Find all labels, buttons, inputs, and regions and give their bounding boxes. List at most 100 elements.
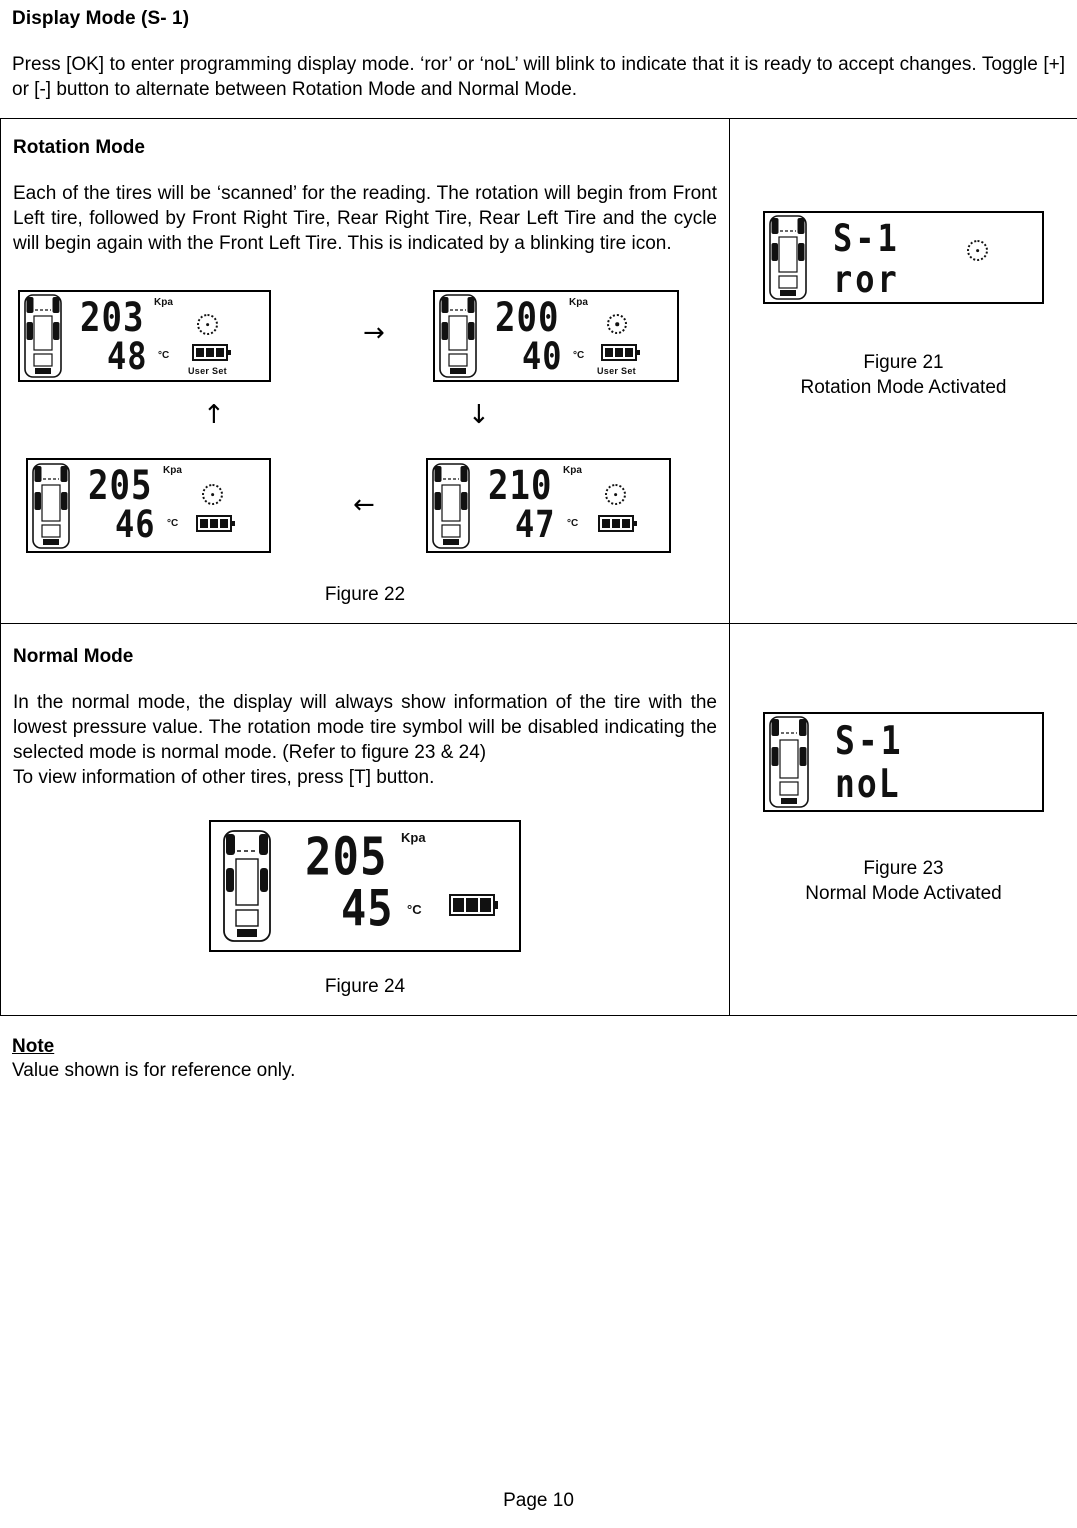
figure-23-caption: Figure 23 Normal Mode Activated xyxy=(742,856,1065,906)
tire-rotation-icon xyxy=(967,240,988,261)
user-set-label: User Set xyxy=(188,366,227,376)
figure-24-caption: Figure 24 xyxy=(324,976,406,997)
lcd-readout: 205 Kpa 46 °C xyxy=(70,460,269,551)
lcd-readout: S-1 ror xyxy=(807,213,1042,302)
figure-21-caption-line1: Figure 21 xyxy=(863,352,944,373)
page-title: Display Mode (S- 1) xyxy=(12,8,190,29)
figure-21-line2: ror xyxy=(833,256,900,302)
tire-rotation-icon xyxy=(197,314,218,335)
battery-bar xyxy=(196,348,204,357)
figure-23-caption-line1: Figure 23 xyxy=(863,858,944,879)
rotation-mode-title: Rotation Mode xyxy=(13,137,145,158)
arrow-right-icon: → xyxy=(363,318,385,348)
battery-bar xyxy=(615,348,623,357)
normal-mode-title: Normal Mode xyxy=(13,646,134,667)
table-row-normal-mode: Normal Mode In the normal mode, the disp… xyxy=(0,623,1077,1016)
temperature-value: 47 xyxy=(515,501,556,547)
temperature-unit: °C xyxy=(167,518,179,529)
lcd-display-rear-left: 205 Kpa 46 °C xyxy=(26,458,271,553)
car-top-view-icon xyxy=(432,462,470,549)
content-table: Rotation Mode Each of the tires will be … xyxy=(0,118,1077,1016)
figure-23-line1: S-1 xyxy=(835,717,904,764)
car-top-view-icon xyxy=(769,716,809,808)
car-icon-wrap xyxy=(428,460,470,551)
arrow-up-icon: ↑ xyxy=(203,400,225,430)
temperature-value: 46 xyxy=(115,501,156,547)
battery-icon xyxy=(196,515,235,532)
battery-bar xyxy=(605,348,613,357)
figure-21-line1: S-1 xyxy=(833,215,900,261)
battery-icon xyxy=(449,894,498,916)
pressure-value: 203 xyxy=(80,294,145,342)
normal-mode-body-1: In the normal mode, the display will alw… xyxy=(13,692,717,763)
note-text: Value shown is for reference only. xyxy=(12,1060,296,1081)
car-icon-wrap xyxy=(765,213,807,302)
figure-21-caption: Figure 21 Rotation Mode Activated xyxy=(742,350,1065,400)
note-block: Note Value shown is for reference only. xyxy=(0,1016,1077,1083)
pressure-value: 205 xyxy=(305,827,388,888)
pressure-unit: Kpa xyxy=(569,297,588,308)
figure-21-cell: S-1 ror Figure 21 Rotation Mode Activate… xyxy=(729,118,1077,624)
figure-23-caption-line2: Normal Mode Activated xyxy=(805,883,1002,904)
note-title: Note xyxy=(12,1036,55,1057)
battery-bar xyxy=(625,348,633,357)
car-top-view-icon xyxy=(769,215,807,300)
lcd-readout: 205 Kpa 45 °C xyxy=(271,822,519,950)
car-top-view-icon xyxy=(24,294,62,378)
battery-bar xyxy=(612,519,620,528)
battery-bar xyxy=(622,519,630,528)
figure-21-caption-line2: Rotation Mode Activated xyxy=(800,377,1007,398)
temperature-unit: °C xyxy=(407,902,422,917)
battery-icon xyxy=(598,515,637,532)
user-set-label: User Set xyxy=(597,366,636,376)
battery-bar xyxy=(206,348,214,357)
temperature-unit: °C xyxy=(573,350,585,361)
temperature-value: 48 xyxy=(107,333,148,379)
car-icon-wrap xyxy=(28,460,70,551)
lcd-display-normal-mode: 205 Kpa 45 °C xyxy=(209,820,521,952)
lcd-readout: S-1 noL xyxy=(809,714,1042,810)
rotation-mode-cell: Rotation Mode Each of the tires will be … xyxy=(0,118,730,624)
temperature-value: 45 xyxy=(341,879,394,938)
battery-bar xyxy=(200,519,208,528)
battery-bar xyxy=(210,519,218,528)
arrow-down-icon: ↓ xyxy=(468,400,490,430)
lcd-display-figure-23: S-1 noL xyxy=(763,712,1044,812)
temperature-unit: °C xyxy=(567,518,579,529)
tire-rotation-icon xyxy=(605,484,626,505)
pressure-unit: Kpa xyxy=(401,830,426,845)
document-page: Display Mode (S- 1) Press [OK] to enter … xyxy=(0,0,1077,1528)
car-top-view-icon xyxy=(439,294,477,378)
pressure-value: 205 xyxy=(88,462,153,510)
battery-bar xyxy=(479,898,491,912)
temperature-value: 40 xyxy=(522,333,563,379)
car-icon-wrap xyxy=(211,822,271,950)
arrow-left-icon: ← xyxy=(353,490,375,520)
lcd-readout: 210 Kpa 47 °C xyxy=(470,460,669,551)
figure-24-diagram: 205 Kpa 45 °C xyxy=(13,820,717,952)
battery-bar xyxy=(466,898,478,912)
battery-bar xyxy=(220,519,228,528)
figure-22-caption: Figure 22 xyxy=(324,584,406,605)
rotation-mode-body: Each of the tires will be ‘scanned’ for … xyxy=(13,183,717,254)
lcd-display-rear-right: 210 Kpa 47 °C xyxy=(426,458,671,553)
pressure-unit: Kpa xyxy=(563,465,582,476)
normal-mode-body-2: To view information of other tires, pres… xyxy=(13,767,435,788)
battery-icon xyxy=(601,344,640,361)
lcd-readout: 203 Kpa 48 °C User Set xyxy=(62,292,269,380)
figure-22-diagram: 203 Kpa 48 °C User Set → 200 Kpa 40 °C U… xyxy=(13,290,717,580)
lcd-display-front-right: 200 Kpa 40 °C User Set xyxy=(433,290,679,382)
pressure-value: 200 xyxy=(495,294,560,342)
battery-icon xyxy=(192,344,231,361)
table-row-rotation-mode: Rotation Mode Each of the tires will be … xyxy=(0,118,1077,624)
intro-paragraph: Press [OK] to enter programming display … xyxy=(12,54,1065,100)
car-top-view-icon xyxy=(223,830,271,942)
car-top-view-icon xyxy=(32,462,70,549)
normal-mode-cell: Normal Mode In the normal mode, the disp… xyxy=(0,623,730,1016)
tire-rotation-icon xyxy=(202,484,223,505)
car-icon-wrap xyxy=(20,292,62,380)
intro-block: Display Mode (S- 1) Press [OK] to enter … xyxy=(0,0,1077,102)
car-icon-wrap xyxy=(435,292,477,380)
battery-bar xyxy=(453,898,465,912)
tire-rotation-icon xyxy=(607,314,627,334)
